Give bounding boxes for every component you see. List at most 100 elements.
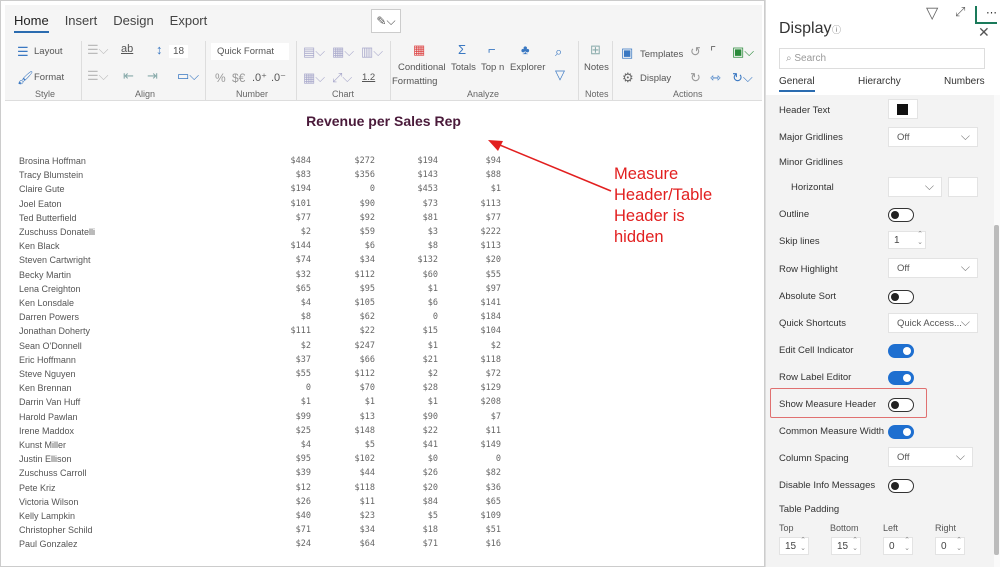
indent-decrease-icon[interactable]: ⇤ <box>123 69 134 82</box>
ruler-icon[interactable]: ⌜ <box>710 45 716 58</box>
chart-grid-icon[interactable]: ▦⌵ <box>303 71 325 84</box>
outline-toggle[interactable] <box>888 208 914 222</box>
chart-line-icon[interactable]: ⤢⌵ <box>332 71 352 84</box>
percent-button[interactable]: % <box>215 71 226 85</box>
font-size-input[interactable]: 18 <box>169 45 189 58</box>
totals-button[interactable]: Totals <box>451 62 476 73</box>
border-icon[interactable]: ▭⌵ <box>177 69 199 82</box>
undo-icon[interactable]: ↺ <box>690 45 701 58</box>
revenue-cell: $90 <box>422 411 438 422</box>
format-button[interactable]: Format <box>34 72 64 83</box>
currency-button[interactable]: $€ <box>232 71 245 85</box>
skip-lines-stepper[interactable]: 1 <box>888 231 926 249</box>
more-icon[interactable]: ⋯ <box>975 6 997 24</box>
revenue-cell: $101 <box>290 198 311 209</box>
common-measure-width-toggle[interactable] <box>888 425 914 439</box>
expand-icon[interactable]: ⤢ <box>955 4 965 20</box>
templates-button[interactable]: Templates <box>640 49 683 60</box>
fit-width-icon[interactable]: ⇿ <box>710 71 721 84</box>
major-gridlines-dropdown[interactable]: Off <box>888 127 978 147</box>
tab-home[interactable]: Home <box>14 13 49 33</box>
tab-general[interactable]: General <box>779 76 815 92</box>
row-label-editor-toggle[interactable] <box>888 371 914 385</box>
increase-decimal-button[interactable]: .0⁺ <box>252 71 267 84</box>
tab-design[interactable]: Design <box>113 13 153 33</box>
padding-bottom-stepper[interactable]: 15 <box>831 537 861 555</box>
revenue-cell: $184 <box>480 312 501 323</box>
revenue-cell: $51 <box>485 525 501 536</box>
close-icon[interactable]: ✕ <box>978 24 990 41</box>
panel-scrollbar[interactable] <box>994 225 999 555</box>
disable-info-messages-toggle[interactable] <box>888 479 914 493</box>
revenue-cell: $62 <box>359 312 375 323</box>
panel-title: Display <box>779 20 832 37</box>
valign-icon[interactable]: ☰⌵ <box>87 69 109 82</box>
rep-name: Darren Powers <box>19 312 80 323</box>
column-spacing-dropdown[interactable]: Off <box>888 447 973 467</box>
tab-insert[interactable]: Insert <box>65 13 98 33</box>
indent-increase-icon[interactable]: ⇥ <box>147 69 158 82</box>
conditional-formatting-button[interactable]: Formatting <box>392 76 437 87</box>
revenue-cell: $81 <box>422 212 438 223</box>
text-style-button[interactable]: ab <box>121 43 133 55</box>
revenue-cell: $113 <box>480 241 501 252</box>
tab-export[interactable]: Export <box>170 13 208 33</box>
refresh-icon[interactable]: ↻⌵ <box>732 71 753 84</box>
rep-name: Kelly Lampkin <box>19 511 76 521</box>
search-input[interactable]: ⌕ Search <box>779 48 985 69</box>
header-text-color-picker[interactable] <box>888 99 918 119</box>
top-n-icon: ⌐ <box>488 42 496 57</box>
display-button[interactable]: Display <box>640 73 671 84</box>
padding-left-stepper[interactable]: 0 <box>883 537 913 555</box>
revenue-cell: $26 <box>422 468 438 479</box>
table-row: Harold Pawlan $99 $13 $90 $7 <box>19 412 509 424</box>
top-n-button[interactable]: Top n <box>481 62 504 73</box>
search-placeholder: Search <box>794 53 827 64</box>
chart-layout-icon[interactable]: ▦⌵ <box>332 45 354 58</box>
horizontal-color-picker[interactable] <box>948 177 978 197</box>
edit-cell-indicator-toggle[interactable] <box>888 344 914 358</box>
tab-numbers[interactable]: Numbers <box>944 76 985 87</box>
revenue-cell: 0 <box>369 184 375 195</box>
revenue-cell: 0 <box>305 383 311 394</box>
tab-hierarchy[interactable]: Hierarchy <box>858 76 901 87</box>
quick-shortcuts-dropdown[interactable]: Quick Access... <box>888 313 978 333</box>
row-highlight-dropdown[interactable]: Off <box>888 258 978 278</box>
explorer-button[interactable]: Explorer <box>510 62 545 73</box>
edit-mode-button[interactable]: ✎⌵ <box>371 9 401 33</box>
excel-icon[interactable]: ▣⌵ <box>732 45 754 58</box>
revenue-cell: $60 <box>422 269 438 280</box>
table-row: Eric Hoffmann $37 $66 $21 $118 <box>19 355 509 367</box>
analyze-group-label: Analyze <box>467 89 500 99</box>
redo-icon[interactable]: ↻ <box>690 71 701 84</box>
filter-icon[interactable]: ▽ <box>926 3 938 23</box>
row-height-icon: ↕ <box>156 42 163 57</box>
table-row: Kelly Lampkin $40 $23 $5 $109 <box>19 511 509 523</box>
search-icon[interactable]: ⌕ <box>555 45 562 58</box>
absolute-sort-label: Absolute Sort <box>779 291 837 302</box>
layout-button[interactable]: Layout <box>34 46 63 57</box>
align-icon[interactable]: ☰⌵ <box>87 43 109 56</box>
padding-top-stepper[interactable]: 15 <box>779 537 809 555</box>
chart-type-icon[interactable]: ▥⌵ <box>361 45 383 58</box>
table-row: Ken Brennan 0 $70 $28 $129 <box>19 383 509 395</box>
info-icon[interactable]: ⓘ <box>832 23 841 36</box>
revenue-cell: $83 <box>295 170 311 181</box>
decrease-decimal-button[interactable]: .0⁻ <box>271 71 286 84</box>
gear-icon: ⚙ <box>622 70 634 85</box>
show-measure-header-toggle[interactable] <box>888 398 914 412</box>
absolute-sort-toggle[interactable] <box>888 290 914 304</box>
padding-right-stepper[interactable]: 0 <box>935 537 965 555</box>
horizontal-gridline-dropdown[interactable] <box>888 177 942 197</box>
ribbon: Home Insert Design Export ✎⌵ ☰ Layout 🖌 … <box>5 5 762 101</box>
filter-icon[interactable]: ▽ <box>555 68 565 81</box>
revenue-cell: $208 <box>480 397 501 408</box>
chart-scale-button[interactable]: 1.2 <box>362 72 375 83</box>
quick-format-dropdown[interactable]: Quick Format <box>211 43 289 60</box>
revenue-cell: $92 <box>359 212 375 223</box>
annotation-line: hidden <box>614 228 664 246</box>
revenue-cell: $40 <box>295 511 311 521</box>
notes-button[interactable]: Notes <box>584 62 609 73</box>
chart-bar-icon[interactable]: ▤⌵ <box>303 45 325 58</box>
conditional-label[interactable]: Conditional <box>398 62 446 73</box>
